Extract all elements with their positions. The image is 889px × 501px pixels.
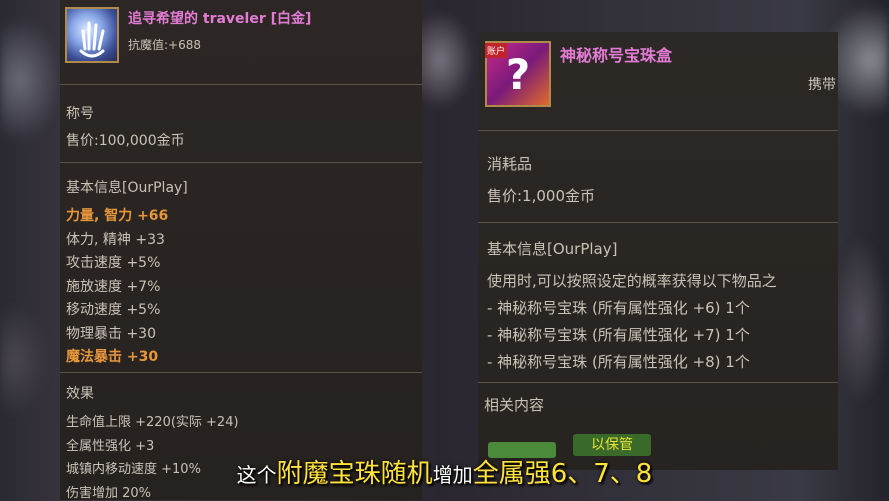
subtitle-part: 这个 (236, 463, 277, 487)
item-stat: 抗魔值:+688 (128, 38, 202, 52)
svg-text:?: ? (506, 50, 530, 99)
attribute-row: 物理暴击 +30 (66, 325, 156, 342)
item-title: 神秘称号宝珠盒 (560, 46, 673, 65)
reward-row: - 神秘称号宝珠 (所有属性强化 +6) 1个 (487, 299, 750, 317)
storage-button-label: 以保管 (591, 437, 633, 453)
use-description: 使用时,可以按照设定的概率获得以下物品之 (487, 272, 777, 290)
item-type: 消耗品 (487, 155, 533, 173)
account-badge: 账户 (485, 43, 508, 58)
effect-row: 全属性强化 +3 (66, 438, 155, 454)
title-item-tooltip: 追寻希望的 traveler [白金] 抗魔值:+688 称号 售价:100,0… (60, 0, 422, 501)
attribute-row: 施放速度 +7% (66, 278, 161, 295)
attribute-row: 移动速度 +5% (66, 302, 161, 318)
video-subtitle: 这个附魔宝珠随机增加全属强6、7、8 (0, 453, 889, 490)
reward-row: - 神秘称号宝珠 (所有属性强化 +8) 1个 (487, 353, 750, 371)
attribute-row: 攻击速度 +5% (66, 255, 161, 271)
divider (478, 222, 838, 223)
effect-label: 效果 (66, 386, 94, 402)
divider (478, 130, 838, 131)
item-type: 称号 (66, 106, 94, 122)
hand-glow-item-icon (65, 7, 119, 63)
attribute-row: 魔法暴击 +30 (66, 349, 159, 365)
reward-row: - 神秘称号宝珠 (所有属性强化 +7) 1个 (487, 326, 750, 344)
divider (478, 382, 838, 383)
orb-box-tooltip: ? 账户 神秘称号宝珠盒 携带 消耗品 售价:1,000金币 基本信息[OurP… (478, 32, 838, 470)
basic-info-label: 基本信息[OurPlay] (487, 240, 618, 258)
basic-info-label: 基本信息[OurPlay] (66, 180, 188, 196)
divider (60, 84, 422, 85)
item-title: 追寻希望的 traveler [白金] (128, 11, 312, 27)
item-price: 售价:1,000金币 (487, 187, 595, 205)
related-label: 相关内容 (484, 396, 545, 414)
divider (60, 372, 422, 373)
subtitle-highlight: 全属强6、7、8 (472, 459, 653, 489)
item-price: 售价:100,000金币 (66, 133, 185, 149)
carry-label: 携带 (808, 77, 836, 93)
attribute-row: 体力, 精神 +33 (66, 231, 165, 248)
divider (60, 162, 422, 163)
effect-row: 生命值上限 +220(实际 +24) (66, 415, 239, 430)
mystery-box-icon: ? 账户 (485, 41, 551, 107)
subtitle-part: 增加 (432, 463, 473, 487)
subtitle-highlight: 附魔宝珠随机 (276, 459, 433, 489)
attribute-row: 力量, 智力 +66 (66, 208, 169, 224)
